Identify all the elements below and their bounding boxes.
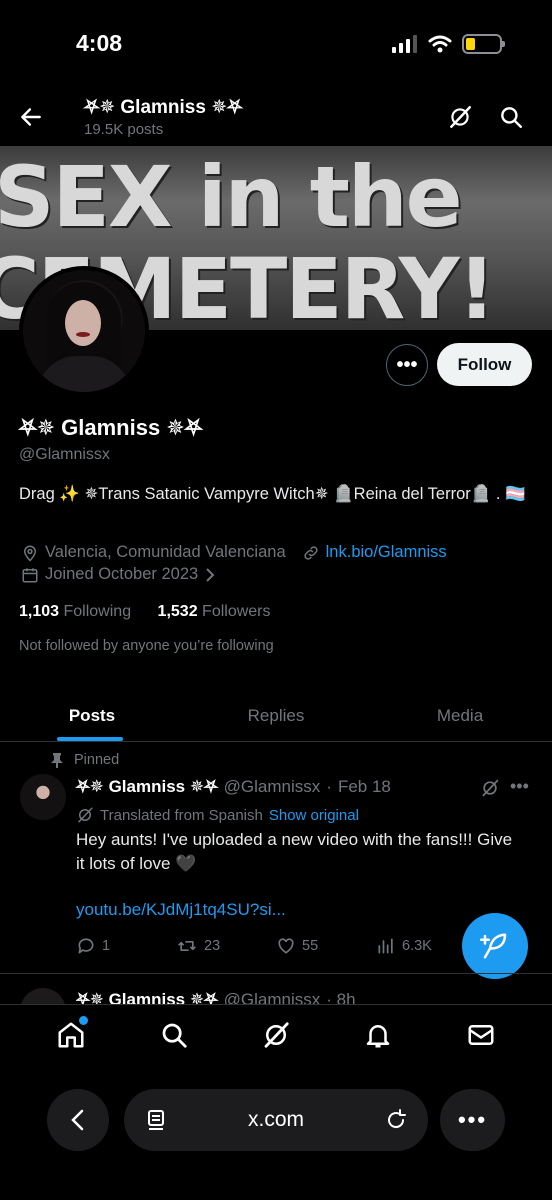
profile-joined-row[interactable]: Joined October 2023 <box>21 565 216 584</box>
tweet-date[interactable]: Feb 18 <box>338 777 391 797</box>
reader-icon[interactable] <box>144 1108 168 1132</box>
nav-grok[interactable] <box>261 1020 291 1050</box>
browser-address-bar[interactable]: x.com <box>124 1089 428 1151</box>
status-icons <box>392 34 505 54</box>
like-button[interactable]: 55 <box>276 936 376 956</box>
reload-icon[interactable] <box>384 1108 408 1132</box>
chevron-left-icon <box>71 1109 84 1131</box>
tweet2-header: ⛧✵ Glamniss ✵⛧ @Glamnissx · 8h <box>76 990 356 1004</box>
grok-icon <box>264 1021 289 1048</box>
header-title: ⛧✵ Glamniss ✵⛧ <box>84 97 243 118</box>
translation-notice: Translated from Spanish Show original <box>76 806 359 824</box>
profile-joined: Joined October 2023 <box>45 565 199 583</box>
following-link[interactable]: 1,103 Following <box>19 603 131 620</box>
header-post-count: 19.5K posts <box>84 121 164 138</box>
status-time: 4:08 <box>76 30 123 56</box>
browser-more-button[interactable]: ••• <box>440 1089 505 1151</box>
followers-count: 1,532 <box>157 603 198 620</box>
wifi-icon <box>428 35 452 53</box>
location-pin-icon <box>23 545 37 562</box>
tab-replies[interactable]: Replies <box>184 690 368 741</box>
compose-button[interactable] <box>462 913 528 979</box>
banner-text-line1: SEX in the <box>0 148 463 246</box>
following-label: Following <box>63 603 132 620</box>
home-notification-dot <box>79 1015 89 1025</box>
battery-icon <box>462 34 505 54</box>
search-icon[interactable] <box>498 104 524 130</box>
more-options-button[interactable]: ••• <box>386 344 428 386</box>
calendar-icon <box>22 567 38 582</box>
repost-button[interactable]: 23 <box>176 936 276 956</box>
follow-counts: 1,103 Following 1,532 Followers <box>19 603 271 621</box>
tab-media[interactable]: Media <box>368 690 552 741</box>
tweet-separator: · <box>326 777 332 796</box>
link-icon <box>304 545 318 560</box>
reply-icon <box>78 938 94 954</box>
tweet-divider <box>0 973 552 974</box>
chevron-right-icon <box>206 567 215 582</box>
like-count: 55 <box>302 938 319 954</box>
browser-url[interactable]: x.com <box>248 1108 304 1132</box>
tweet-header: ⛧✵ Glamniss ✵⛧ @Glamnissx · Feb 18 <box>76 777 391 797</box>
followers-label: Followers <box>202 603 271 620</box>
tweet-actions: 1 23 55 6.3K <box>76 936 476 956</box>
reply-button[interactable]: 1 <box>76 936 176 956</box>
profile-location: Valencia, Comunidad Valenciana <box>45 543 286 561</box>
pinned-label: Pinned <box>74 752 120 768</box>
nav-search[interactable] <box>159 1020 189 1050</box>
heart-icon <box>278 938 294 954</box>
nav-notifications[interactable] <box>363 1020 393 1050</box>
pinned-indicator: Pinned <box>50 752 119 768</box>
tweet2-author-name[interactable]: ⛧✵ Glamniss ✵⛧ <box>76 990 218 1004</box>
profile-bio: Drag ✨ ✵Trans Satanic Vampyre Witch✵ 🪦Re… <box>19 485 526 503</box>
translate-icon <box>78 807 93 823</box>
compose-feather-icon <box>480 933 507 959</box>
tweet-more-icon[interactable]: ••• <box>510 776 529 797</box>
views-chart-icon <box>378 938 393 954</box>
tweet-author-handle[interactable]: @Glamnissx <box>224 777 321 797</box>
tweet-link[interactable]: youtu.be/KJdMj1tq4SU?si... <box>76 900 286 920</box>
followers-link[interactable]: 1,532 Followers <box>158 603 271 620</box>
profile-link[interactable]: lnk.bio/Glamniss <box>326 543 447 562</box>
tweet-avatar[interactable] <box>20 774 66 820</box>
cellular-signal-icon <box>392 35 417 53</box>
repost-count: 23 <box>204 938 221 954</box>
tweet-author-name[interactable]: ⛧✵ Glamniss ✵⛧ <box>76 777 218 797</box>
browser-back-button[interactable] <box>47 1089 109 1151</box>
nav-home[interactable] <box>56 1015 89 1050</box>
profile-handle: @Glamnissx <box>19 446 110 463</box>
pin-icon <box>51 753 63 768</box>
bottom-nav <box>0 1004 552 1064</box>
mail-icon <box>468 1024 494 1045</box>
profile-tabs: Posts Replies Media <box>0 690 552 742</box>
bell-icon <box>367 1024 390 1047</box>
tweet2-author-handle[interactable]: @Glamnissx <box>224 990 321 1004</box>
tweet2-avatar[interactable] <box>20 988 66 1004</box>
tweet-text: Hey aunts! I've uploaded a new video wit… <box>76 830 513 873</box>
follow-button[interactable]: Follow <box>437 343 532 386</box>
not-followed-notice: Not followed by anyone you’re following <box>19 638 274 654</box>
tweet2-time[interactable]: · 8h <box>326 990 355 1004</box>
back-arrow-icon[interactable] <box>18 104 44 130</box>
tab-posts[interactable]: Posts <box>0 690 184 741</box>
search-icon <box>162 1023 187 1048</box>
following-count: 1,103 <box>19 603 60 620</box>
repost-icon <box>178 941 196 951</box>
grok-icon[interactable] <box>480 778 500 798</box>
reply-count: 1 <box>102 938 111 954</box>
translated-label: Translated from Spanish <box>100 806 263 824</box>
nav-messages[interactable] <box>466 1020 496 1050</box>
grok-icon[interactable] <box>447 104 473 130</box>
profile-name: ⛧✵ Glamniss ✵⛧ <box>19 415 203 440</box>
views-button[interactable]: 6.3K <box>376 936 476 956</box>
view-count: 6.3K <box>402 938 432 954</box>
profile-meta-row: Valencia, Comunidad Valenciana lnk.bio/G… <box>21 543 447 562</box>
profile-avatar[interactable] <box>19 266 149 396</box>
show-original-link[interactable]: Show original <box>269 807 359 824</box>
